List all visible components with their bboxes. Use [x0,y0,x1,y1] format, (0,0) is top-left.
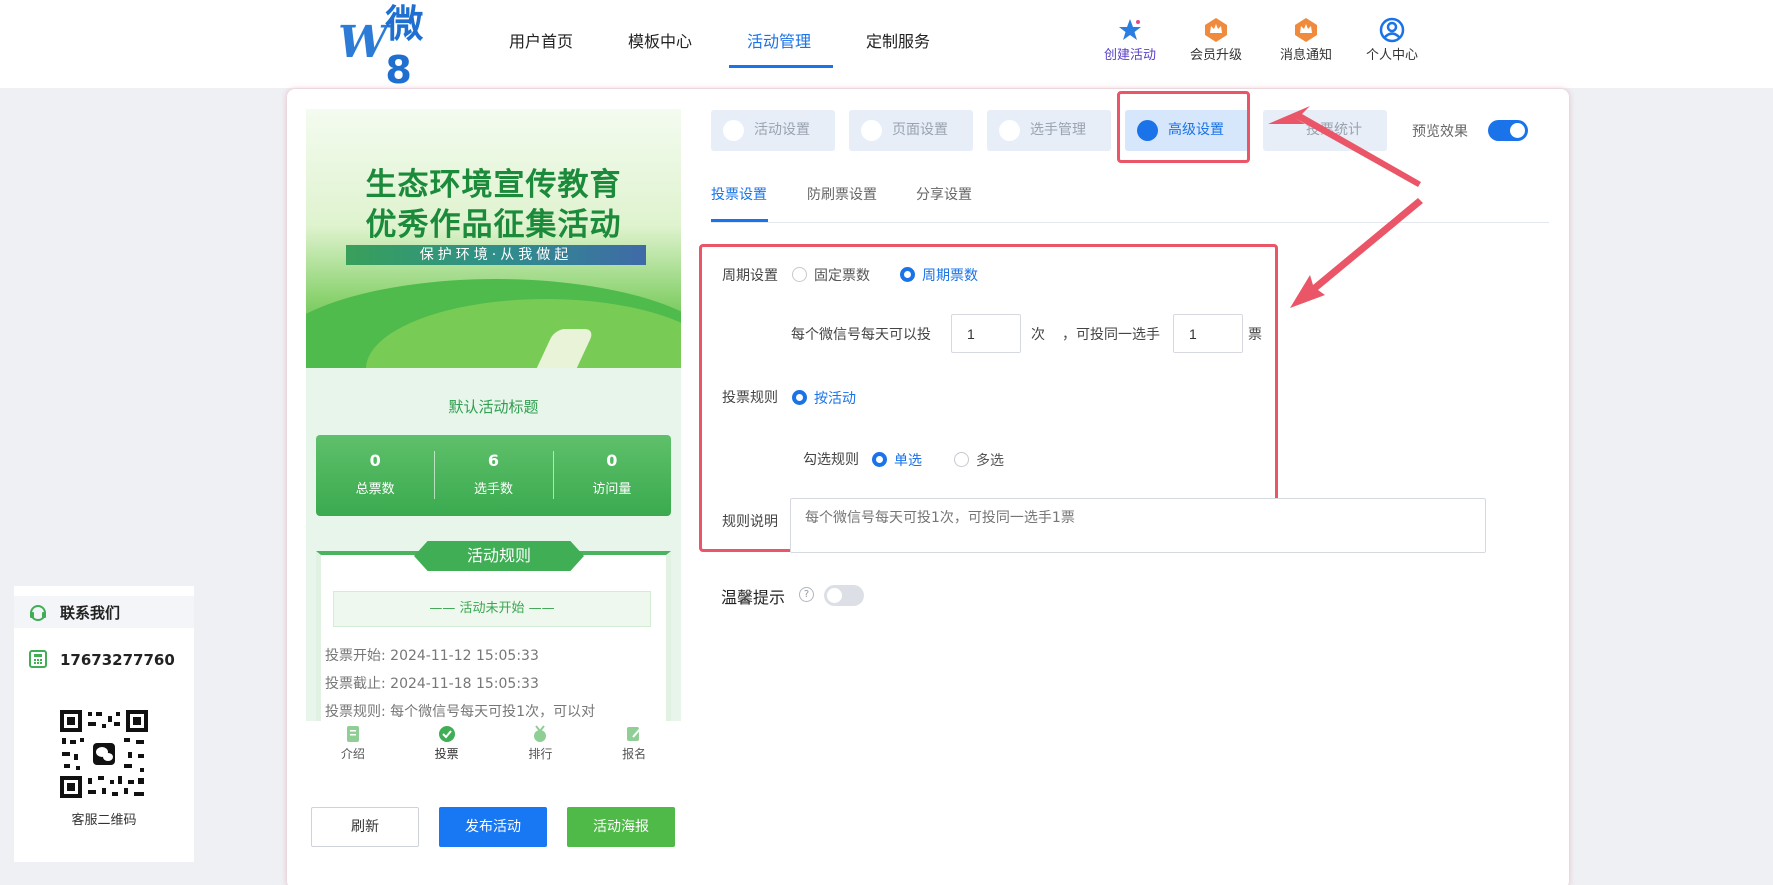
refresh-button[interactable]: 刷新 [311,807,419,847]
banner-slogan: 保护环境·从我做起 [346,245,646,265]
select-rule-label: 勾选规则 [803,452,859,468]
profile-button[interactable]: 个人中心 [1357,16,1427,63]
rules-heading: 活动规则 [414,541,584,571]
stat-total-votes: 0 总票数 [355,451,395,497]
user-icon [1379,17,1405,43]
vote-icon [438,726,455,742]
tab-vote[interactable]: 投票 [400,721,494,771]
per-day-label: 每个微信号每天可以投 [791,327,931,343]
tab-player-management[interactable]: 选手管理 [987,110,1111,151]
period-setting-label: 周期设置 [722,268,778,284]
radio-single[interactable]: 单选 [872,450,922,470]
vote-start-time: 投票开始: 2024-11-12 15:05:33 [325,648,539,664]
nav-active-indicator [729,65,833,68]
times-unit: 次 [1031,327,1045,343]
document-icon [346,726,359,742]
page-icon [861,120,882,141]
notifications-label: 消息通知 [1279,48,1332,63]
tab-vote-statistics[interactable]: 投票统计 [1263,110,1387,151]
publish-activity-button[interactable]: 发布活动 [439,807,547,847]
preview-effect-label: 预览效果 [1412,124,1468,140]
stat-players: 6 选手数 [434,435,552,516]
contact-title: 联系我们 [60,604,121,622]
tab-intro[interactable]: 介绍 [306,721,400,771]
contact-header: 联系我们 [14,596,194,628]
heart-icon [723,120,744,141]
chart-icon [1275,120,1296,141]
bell-badge-icon [1295,18,1317,42]
vote-rule-label: 投票规则 [722,390,778,406]
rule-description-label: 规则说明 [722,514,778,530]
help-icon[interactable]: ? [799,587,814,602]
radio-period-votes[interactable]: 周期票数 [900,265,978,285]
nav-custom-service[interactable]: 定制服务 [866,28,930,52]
contact-panel: 联系我们 17673277760 客服二维码 [14,586,194,862]
contact-phone-number: 17673277760 [60,651,175,669]
tab-signup[interactable]: 报名 [587,721,681,771]
radio-fixed-votes[interactable]: 固定票数 [792,265,870,285]
vote-end-time: 投票截止: 2024-11-18 15:05:33 [325,676,539,692]
top-navbar: W 微8 用户首页 模板中心 活动管理 定制服务 创建活动 会员升级 消息通知 … [0,0,1773,92]
banner-title-line1: 生态环境宣传教育 [365,167,622,203]
logo-text: 微8 [385,1,424,92]
preview-banner: 生态环境宣传教育 优秀作品征集活动 保护环境·从我做起 [306,109,681,368]
logo-letter: W [338,16,387,68]
nav-templates[interactable]: 模板中心 [628,28,692,52]
subtab-anti-fraud[interactable]: 防刷票设置 [807,184,877,204]
subtab-vote-settings[interactable]: 投票设置 [711,184,767,204]
phone-icon [29,650,47,668]
same-player-label: ，可投同一选手 [1062,327,1160,343]
member-upgrade-label: 会员升级 [1189,48,1242,63]
headset-icon [30,605,46,621]
status-not-started: —— 活动未开始 —— [333,591,651,627]
star-icon [1119,19,1141,40]
qr-code-label: 客服二维码 [71,813,137,828]
person-icon [999,120,1020,141]
activity-title: 默认活动标题 [448,398,539,416]
subtab-share-settings[interactable]: 分享设置 [916,184,972,204]
stats-panel: 0 总票数 6 选手数 0 访问量 [316,435,671,516]
preview-effect-toggle[interactable] [1488,120,1528,141]
tips-toggle[interactable] [824,585,864,606]
create-activity-button[interactable]: 创建活动 [1095,16,1165,63]
medal-icon [534,725,547,742]
tab-page-settings[interactable]: 页面设置 [849,110,973,151]
stat-visits: 0 访问量 [552,435,671,516]
qr-code-icon [58,708,150,800]
profile-label: 个人中心 [1365,48,1418,63]
banner-title-line2: 优秀作品征集活动 [365,207,622,243]
preview-tabbar: 介绍 投票 排行 报名 [306,721,681,771]
tab-ranking[interactable]: 排行 [494,721,588,771]
tips-label: 温馨提示 [721,588,786,607]
vote-rule-text: 投票规则: 每个微信号每天可投1次，可以对 [325,704,596,720]
member-upgrade-button[interactable]: 会员升级 [1181,16,1251,63]
radio-multi[interactable]: 多选 [954,450,1004,470]
highlight-advanced-tab [1117,91,1250,163]
times-per-day-input[interactable] [951,314,1021,353]
edit-icon [627,727,641,741]
votes-unit: 票 [1248,327,1262,343]
tab-activity-settings[interactable]: 活动设置 [711,110,835,151]
radio-by-activity[interactable]: 按活动 [792,388,856,408]
same-player-votes-input[interactable] [1173,314,1243,353]
mobile-preview: 生态环境宣传教育 优秀作品征集活动 保护环境·从我做起 默认活动标题 0 总票数… [306,109,681,721]
rule-description-textarea[interactable] [790,498,1486,553]
nav-home[interactable]: 用户首页 [509,28,573,52]
nav-activity-management[interactable]: 活动管理 [747,28,811,52]
rules-panel: 活动规则 —— 活动未开始 —— 投票开始: 2024-11-12 15:05:… [316,541,671,721]
logo[interactable]: W 微8 [338,2,448,92]
create-activity-label: 创建活动 [1103,48,1156,63]
crown-badge-icon [1205,18,1227,42]
notifications-button[interactable]: 消息通知 [1271,16,1341,63]
activity-poster-button[interactable]: 活动海报 [567,807,675,847]
